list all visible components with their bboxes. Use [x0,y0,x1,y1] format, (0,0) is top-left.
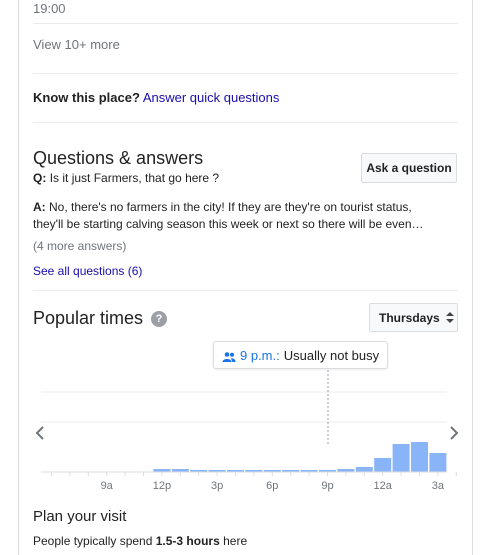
tooltip-time: 9 p.m.: [240,347,280,363]
know-this-place: Know this place? Answer quick questions [33,90,279,105]
x-tick-label: 3a [432,480,445,492]
x-tick-label: 12p [153,480,171,492]
more-answers-link[interactable]: (4 more answers) [33,239,126,253]
divider [33,122,458,123]
bar-2a[interactable] [411,442,428,472]
x-tick-label: 6p [266,480,278,492]
a-prefix: A: [33,200,46,214]
x-tick-label: 12a [374,480,393,492]
updown-chevron-icon [445,312,454,323]
answer-line2: they'll be starting calving season this … [33,217,424,231]
bar-1a[interactable] [392,444,410,472]
bar-11p[interactable] [355,467,373,472]
bar-12a[interactable] [374,458,392,472]
place-panel: 19:00 View 10+ more Know this place? Ans… [18,0,473,555]
popular-times-title: Popular times [33,308,144,328]
busyness-tooltip: 9 p.m.: Usually not busy [213,341,389,369]
day-select-dropdown[interactable]: Thursdays [369,303,458,332]
view-more-link[interactable]: View 10+ more [33,37,120,52]
people-icon [222,350,236,362]
qa-title: Questions & answers [33,148,204,168]
see-all-questions-link[interactable]: See all questions (6) [33,264,142,278]
x-tick-label: 9a [101,480,114,492]
day-select-label: Thursdays [379,310,440,325]
divider [33,73,458,74]
plan-visit-title: Plan your visit [33,508,127,525]
visit-duration-post: here [219,534,248,548]
help-icon[interactable]: ? [151,311,167,327]
tooltip-status: Usually not busy [283,347,380,363]
question-text: Is it just Farmers, that go here ? [49,171,220,185]
answer-questions-link[interactable]: Answer quick questions [143,90,280,105]
divider [33,290,458,291]
chevron-right-icon[interactable] [450,426,459,440]
visit-duration: People typically spend 1.5-3 hours here [33,534,247,548]
answer: A: No, there's no farmers in the city! I… [33,198,412,217]
visit-duration-value: 1.5-3 hours [155,534,220,548]
divider [33,23,458,24]
q-prefix: Q: [33,171,47,185]
chart-gridlines [41,391,447,423]
x-tick-label: 3p [211,480,223,492]
bar-3a[interactable] [429,453,447,472]
ask-question-button[interactable]: Ask a question [361,153,457,183]
popular-times-chart: 9a 12p 3p 6p 9p 12a 3a [35,370,459,492]
chevron-left-icon[interactable] [35,426,44,440]
hours-time: 19:00 [33,1,66,16]
visit-duration-pre: People typically spend [33,534,156,548]
answer-line1: No, there's no farmers in the city! If t… [49,200,412,214]
know-label: Know this place? [33,90,140,105]
question: Q: Is it just Farmers, that go here ? [33,171,219,185]
x-tick-label: 9p [321,480,333,492]
